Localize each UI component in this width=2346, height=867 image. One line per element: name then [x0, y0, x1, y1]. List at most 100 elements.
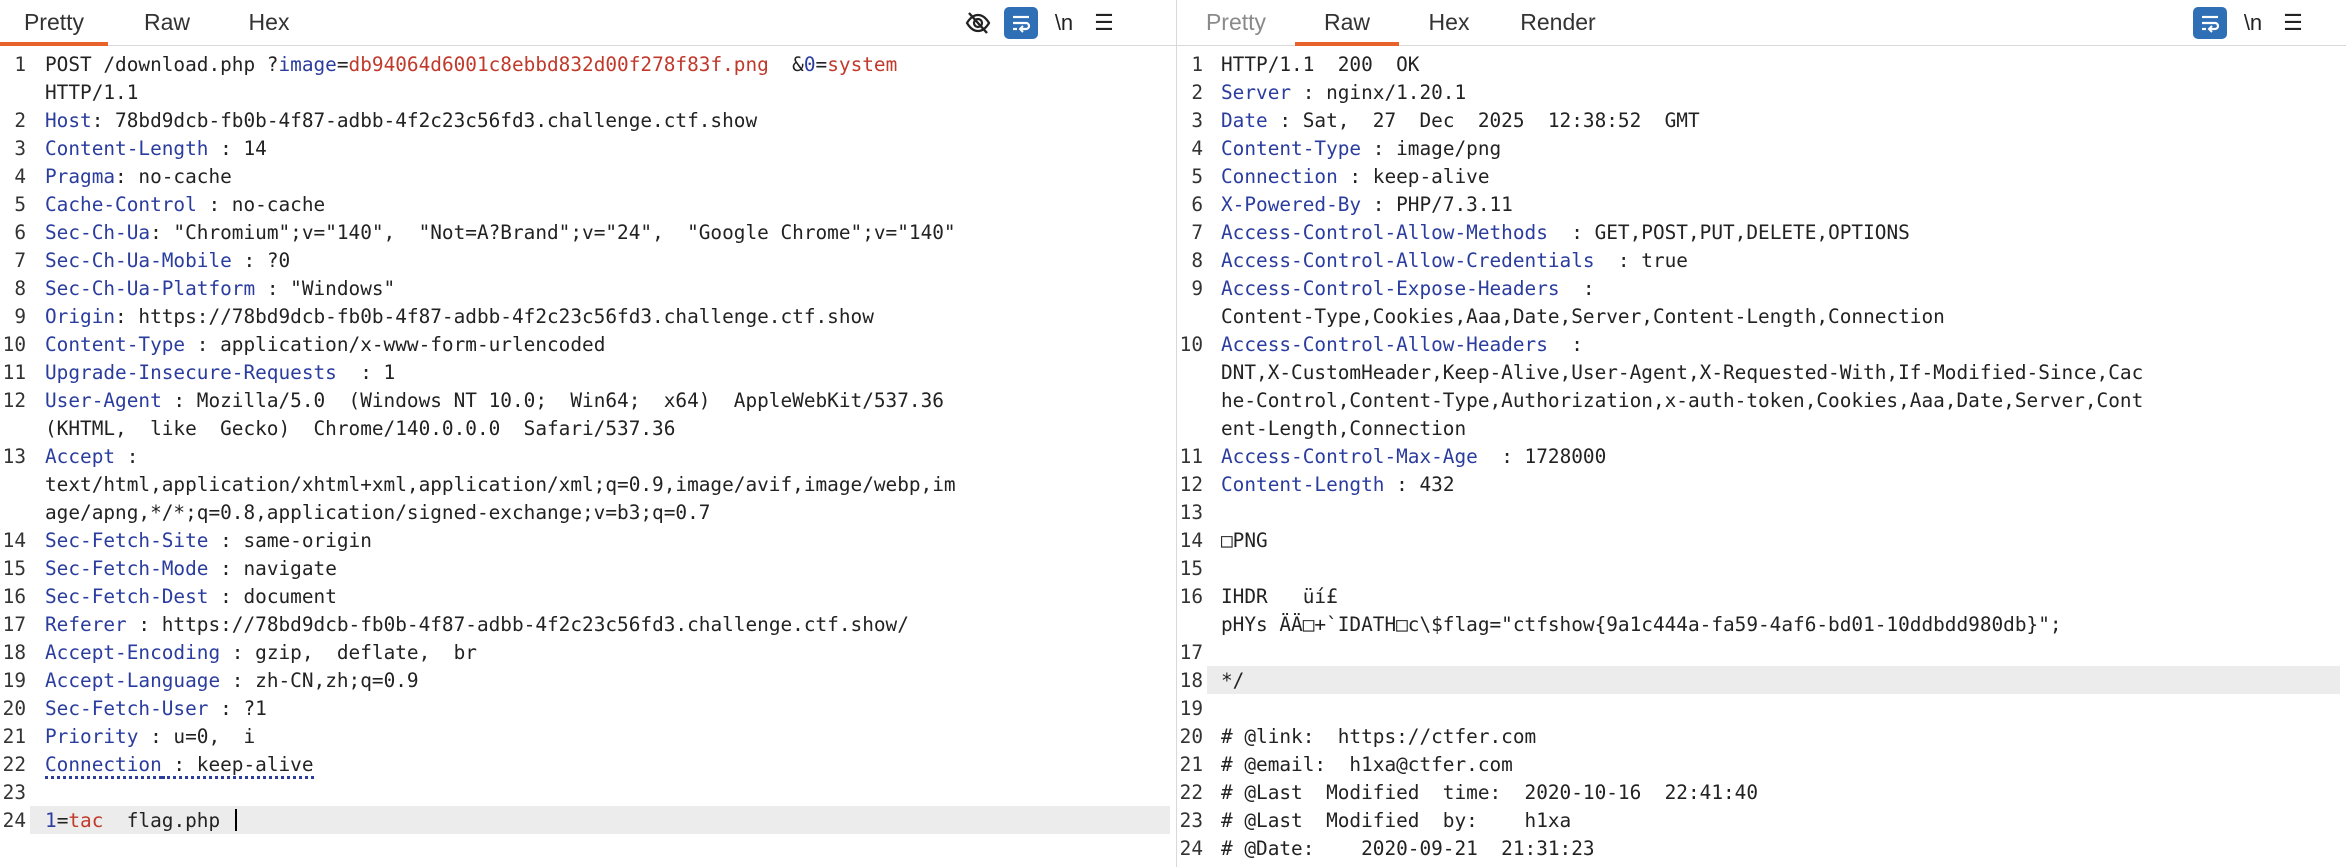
text-fragment: : 1728000 [1477, 445, 1607, 468]
header-name: User-Agent [45, 389, 162, 412]
code-line: IHDR üí£ [1221, 585, 1338, 608]
text-fragment: : true [1594, 249, 1688, 272]
line-number: 9 [14, 305, 26, 328]
tab-hex[interactable]: Hex [1399, 0, 1499, 45]
code-line: Access-Control-Allow-Methods : GET,POST,… [1221, 221, 1910, 244]
code-line: # @Last Modified by: h1xa [1221, 809, 1571, 832]
text-fragment: : GET,POST,PUT,DELETE,OPTIONS [1547, 221, 1910, 244]
text-fragment: system [827, 53, 898, 76]
line-number: 8 [14, 277, 26, 300]
line-number: 20 [1179, 725, 1203, 748]
line-number: 7 [1191, 221, 1203, 244]
tab-raw[interactable]: Raw [1295, 0, 1399, 46]
tab-pretty[interactable]: Pretty [1177, 0, 1295, 45]
response-toolbar: \n ☰ [2187, 0, 2313, 45]
wrap-lines-icon[interactable] [2193, 6, 2227, 39]
text-fragment: pHYs ÄÄ□+`IDATH□c\$flag="ctfshow{9a1c444… [1221, 613, 2062, 636]
tab-raw[interactable]: Raw [108, 0, 226, 45]
text-fragment: tac [68, 809, 104, 832]
text-cursor [234, 809, 237, 831]
menu-icon[interactable]: ☰ [2273, 5, 2313, 41]
text-fragment: db94064d6001c8ebbd832d00f278f83f.png [348, 53, 769, 76]
line-number: 14 [1179, 529, 1203, 552]
line-number: 13 [1179, 501, 1203, 524]
line-number: 17 [2, 613, 26, 636]
text-fragment: flag.php [103, 809, 232, 832]
line-number: 12 [1179, 473, 1203, 496]
wrap-lines-icon[interactable] [1004, 6, 1038, 39]
code-line: Cache-Control : no-cache [45, 193, 325, 216]
code-line: Sec-Fetch-Site : same-origin [45, 529, 372, 552]
header-name: Content-Length [45, 137, 209, 160]
line-number: 21 [2, 725, 26, 748]
text-fragment: age/apng,*/*;q=0.8,application/signed-ex… [45, 501, 711, 524]
header-name: Accept-Language [45, 669, 221, 692]
text-fragment: : 1 [336, 361, 396, 384]
text-fragment: # @email: h1xa@ctfer.com [1221, 753, 1513, 776]
header-name: Sec-Fetch-Site [45, 529, 209, 552]
code-line: Sec-Fetch-User : ?1 [45, 697, 267, 720]
text-fragment: : gzip, deflate, br [220, 641, 477, 664]
code-line: □PNG [1221, 529, 1268, 552]
code-line: Upgrade-Insecure-Requests : 1 [45, 361, 395, 384]
tab-render[interactable]: Render [1499, 0, 1617, 45]
line-number: 17 [1179, 641, 1203, 664]
header-name: Access-Control-Allow-Headers [1221, 333, 1548, 356]
header-name: Upgrade-Insecure-Requests [45, 361, 337, 384]
code-line: 1=tac flag.php [45, 809, 237, 832]
code-line: # @Date: 2020-09-21 21:31:23 [1221, 837, 1595, 860]
code-line: Access-Control-Allow-Headers : [1221, 333, 1583, 356]
newline-icon[interactable]: \n [2233, 5, 2273, 41]
line-number: 15 [1179, 557, 1203, 580]
newline-icon[interactable]: \n [1044, 5, 1084, 41]
code-line: ent-Length,Connection [1221, 417, 1466, 440]
code-line: Pragma: no-cache [45, 165, 232, 188]
line-number: 5 [1191, 165, 1203, 188]
code-line: Server : nginx/1.20.1 [1221, 81, 1466, 104]
line-number: 2 [1191, 81, 1203, 104]
code-line: Date : Sat, 27 Dec 2025 12:38:52 GMT [1221, 109, 1700, 132]
line-number: 24 [1179, 837, 1203, 860]
line-number: 19 [2, 669, 26, 692]
code-line: User-Agent : Mozilla/5.0 (Windows NT 10.… [45, 389, 944, 412]
header-name: image [278, 53, 337, 76]
text-fragment: : https://78bd9dcb-fb0b-4f87-adbb-4f2c23… [115, 305, 874, 328]
code-line: # @link: https://ctfer.com [1221, 725, 1536, 748]
line-number: 22 [1179, 781, 1203, 804]
text-fragment: : 78bd9dcb-fb0b-4f87-adbb-4f2c23c56fd3.c… [91, 109, 758, 132]
code-line: HTTP/1.1 200 OK [1221, 53, 1419, 76]
line-number: 16 [2, 585, 26, 608]
code-line: Sec-Fetch-Dest : document [45, 585, 337, 608]
code-line: pHYs ÄÄ□+`IDATH□c\$flag="ctfshow{9a1c444… [1221, 613, 2062, 636]
code-line: Connection : keep-alive [1221, 165, 1490, 188]
response-pane: Pretty Raw Hex Render \n ☰ 1 HTTP/1.1 200… [1177, 0, 2346, 867]
text-fragment: : image/png [1361, 137, 1502, 160]
menu-icon[interactable]: ☰ [1084, 5, 1124, 41]
text-fragment: POST /download.php ? [45, 53, 279, 76]
header-name: Sec-Fetch-Dest [45, 585, 209, 608]
line-number: 11 [2, 361, 26, 384]
line-number: 14 [2, 529, 26, 552]
response-tabbar: Pretty Raw Hex Render \n ☰ [1177, 0, 2346, 46]
header-name: 0 [803, 53, 816, 76]
line-number: 13 [2, 445, 26, 468]
code-line: */ [1221, 669, 1244, 692]
code-line: Sec-Ch-Ua-Platform : "Windows" [45, 277, 395, 300]
code-line: POST /download.php ?image = db94064d6001c8… [45, 53, 897, 76]
text-fragment: = [815, 53, 828, 76]
request-toolbar: \n ☰ [958, 0, 1124, 45]
line-number: 18 [2, 641, 26, 664]
line-number: 11 [1179, 445, 1203, 468]
request-pane: Pretty Raw Hex \n ☰ 1 POST /download.php … [0, 0, 1177, 867]
tab-hex[interactable]: Hex [226, 0, 312, 45]
line-number: 4 [14, 165, 26, 188]
code-line: Referer : https://78bd9dcb-fb0b-4f87-adb… [45, 613, 909, 636]
text-fragment: : Sat, 27 Dec 2025 12:38:52 GMT [1267, 109, 1700, 132]
eye-slash-icon[interactable] [958, 5, 998, 41]
line-number: 1 [1191, 53, 1203, 76]
code-line: Access-Control-Max-Age : 1728000 [1221, 445, 1606, 468]
header-name: Host [45, 109, 92, 132]
header-name: Priority [45, 725, 139, 748]
tab-pretty[interactable]: Pretty [0, 0, 108, 46]
text-fragment: : "Windows" [255, 277, 396, 300]
